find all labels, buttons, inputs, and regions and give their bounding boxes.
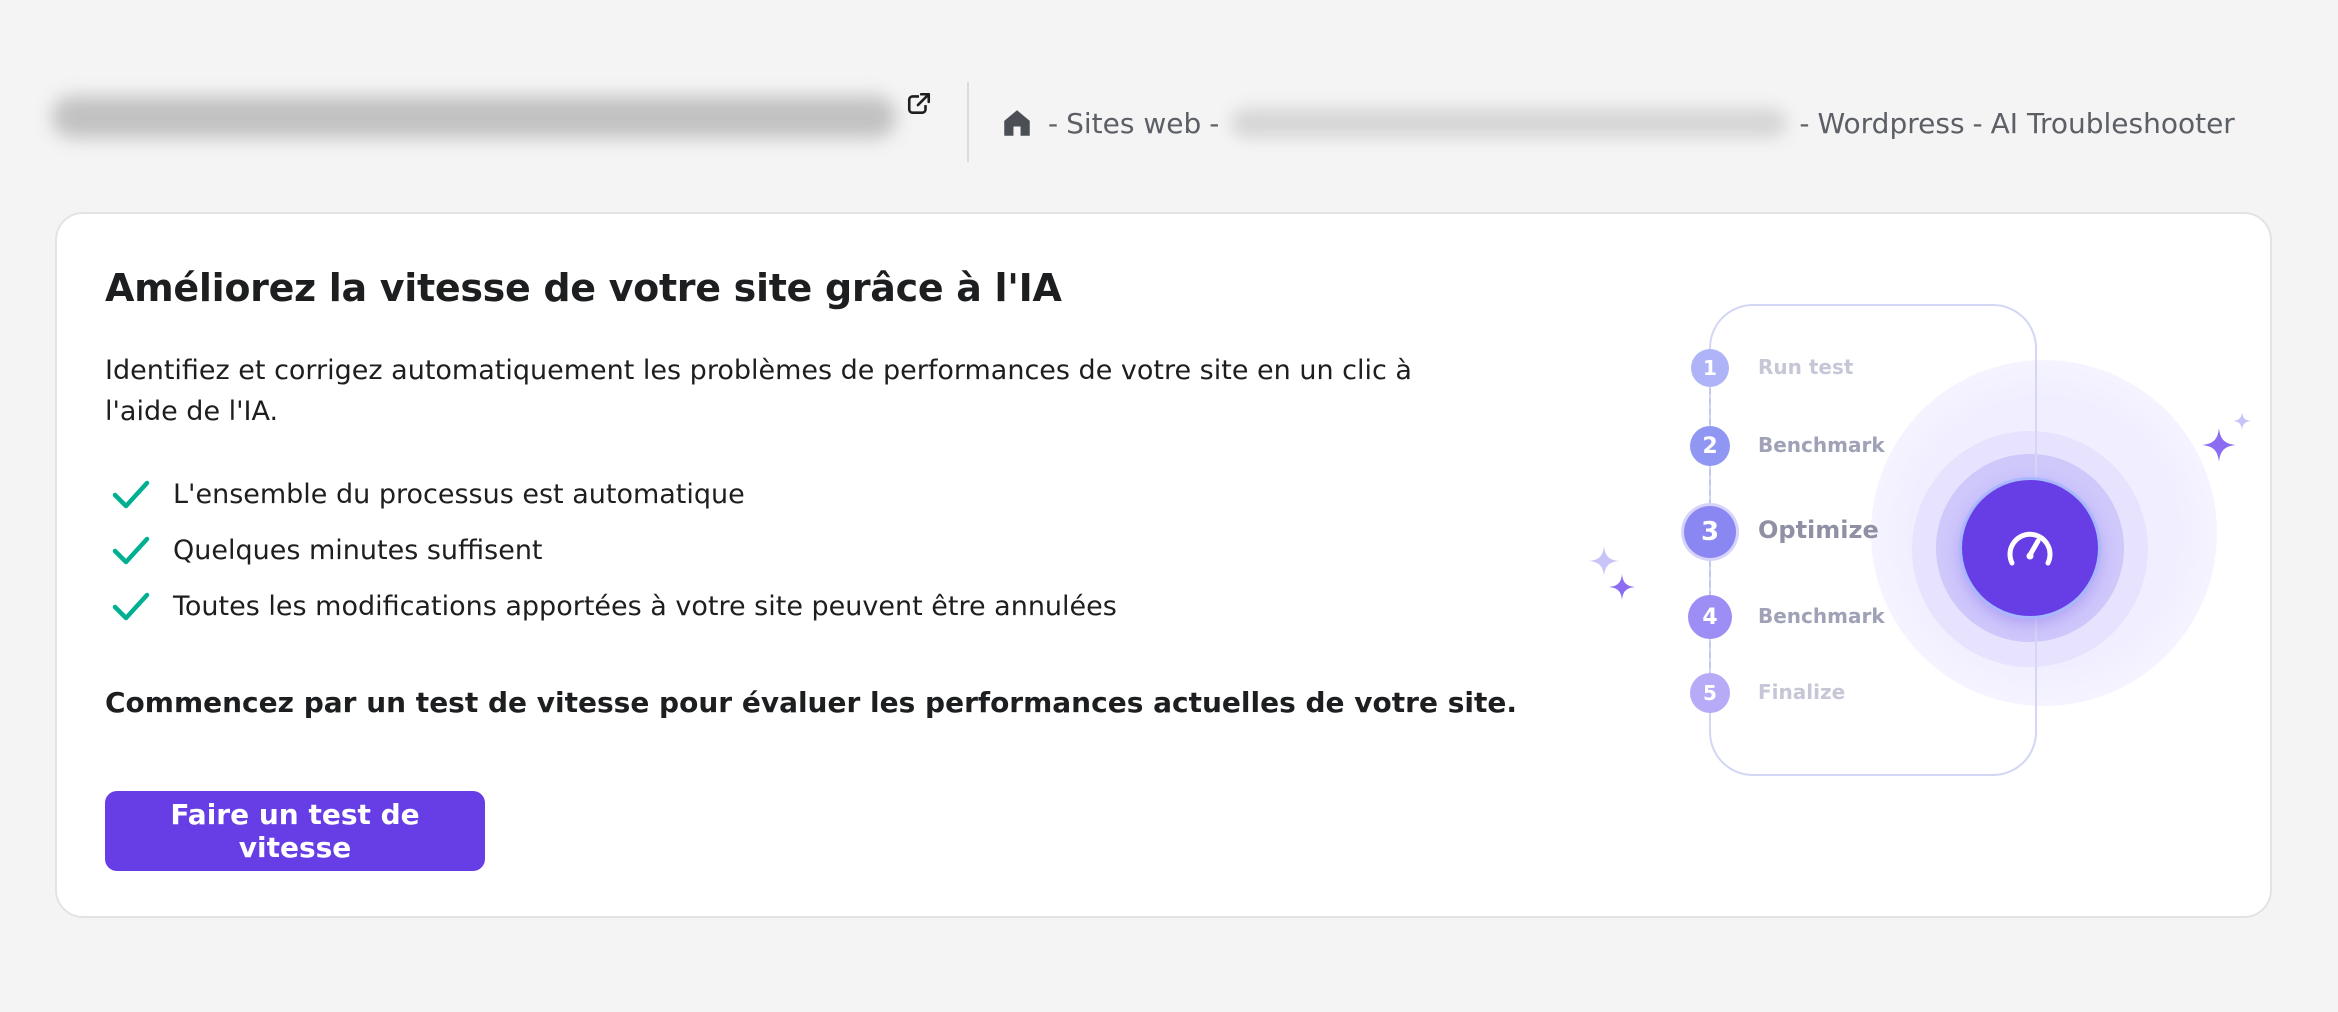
breadcrumb-separator: -	[1048, 106, 1059, 140]
breadcrumb: - Sites web - - Wordpress - AI Troublesh…	[1000, 100, 2235, 146]
domain-name-redacted[interactable]	[52, 96, 896, 138]
step-number: 3	[1684, 506, 1736, 558]
feature-item: L'ensemble du processus est automatique	[105, 466, 1117, 522]
sparkle-icon	[2202, 428, 2236, 462]
breadcrumb-separator: -	[1799, 106, 1810, 140]
step-label: Benchmark	[1758, 604, 1885, 628]
speed-test-button[interactable]: Faire un test de vitesse	[105, 791, 485, 871]
feature-text: Toutes les modifications apportées à vot…	[173, 590, 1117, 622]
check-icon	[112, 480, 150, 509]
sparkle-icon	[2233, 412, 2251, 430]
check-icon	[112, 592, 150, 621]
step-label: Optimize	[1758, 516, 1879, 545]
feature-list: L'ensemble du processus est automatique …	[105, 466, 1117, 634]
optimization-illustration: 1 Run test 2 Benchmark 3 Optimize 4 Benchmark 5 F…	[1547, 284, 2267, 844]
card-description: Identifiez et corrigez automatiquement l…	[105, 355, 1412, 427]
breadcrumb-sites[interactable]: Sites web	[1066, 107, 1201, 140]
divider	[967, 82, 969, 162]
step-label: Run test	[1758, 355, 1854, 379]
step-label: Benchmark	[1758, 433, 1885, 457]
home-icon[interactable]	[1000, 106, 1034, 140]
breadcrumb-separator: -	[1972, 106, 1983, 140]
step-number: 4	[1688, 595, 1732, 639]
breadcrumb-separator: -	[1209, 106, 1220, 140]
top-bar: - Sites web - - Wordpress - AI Troublesh…	[0, 0, 2338, 240]
speedometer-icon	[1962, 480, 2098, 616]
step-label: Finalize	[1758, 680, 1846, 704]
cta-text: Commencez par un test de vitesse pour év…	[105, 686, 1517, 719]
sparkle-icon	[1609, 574, 1635, 600]
step-number: 5	[1690, 673, 1730, 713]
feature-text: L'ensemble du processus est automatique	[173, 478, 745, 510]
ai-troubleshooter-card: Améliorez la vitesse de votre site grâce…	[55, 212, 2272, 918]
step-number: 2	[1690, 426, 1730, 466]
breadcrumb-wordpress[interactable]: Wordpress	[1817, 107, 1964, 140]
feature-item: Toutes les modifications apportées à vot…	[105, 578, 1117, 634]
sparkle-icon	[1589, 546, 1619, 576]
breadcrumb-site-redacted[interactable]	[1231, 108, 1788, 138]
breadcrumb-current: AI Troubleshooter	[1990, 106, 2235, 140]
step-number: 1	[1691, 349, 1729, 387]
check-icon	[112, 536, 150, 565]
external-link-icon[interactable]	[906, 91, 932, 117]
feature-item: Quelques minutes suffisent	[105, 522, 1117, 578]
card-title: Améliorez la vitesse de votre site grâce…	[105, 266, 1062, 310]
feature-text: Quelques minutes suffisent	[173, 534, 543, 566]
